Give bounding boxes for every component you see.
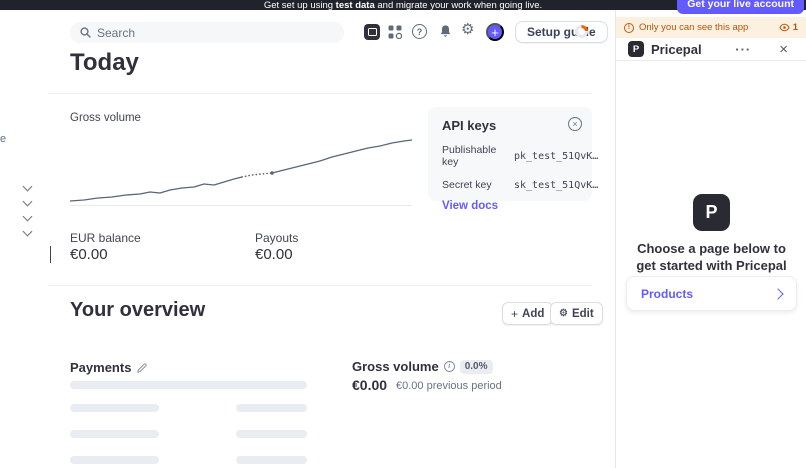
- skeleton-bar: [70, 404, 159, 412]
- api-key-label: Publishable key: [442, 144, 514, 168]
- gross-volume-stat-label: Gross volume: [352, 359, 439, 374]
- gross-volume-previous: €0.00 previous period: [396, 380, 502, 392]
- banner-text-prefix: Get set up using: [264, 0, 336, 11]
- viewer-counter: 1: [779, 22, 798, 33]
- app-side-panel: ! Only you can see this app 1 P Pricepal…: [615, 0, 806, 468]
- gross-volume-chart-label: Gross volume: [70, 112, 141, 124]
- notice-text: Only you can see this app: [639, 22, 774, 33]
- text-caret: [50, 246, 51, 263]
- add-button-label: Add: [522, 308, 544, 320]
- skeleton-bar: [70, 430, 159, 438]
- publishable-key-value[interactable]: pk_test_51QvK…: [514, 151, 598, 162]
- setup-guide-button[interactable]: Setup guide: [515, 21, 608, 43]
- sandbox-box-glyph: [368, 28, 377, 36]
- banner-text-highlight: test data: [336, 0, 375, 11]
- app-page-link-products[interactable]: Products: [626, 276, 797, 311]
- app-visibility-notice: ! Only you can see this app 1: [616, 17, 806, 38]
- sidebar-clipped-label: e: [0, 133, 6, 145]
- alert-icon: !: [624, 23, 634, 33]
- chevron-right-icon: [772, 288, 783, 299]
- api-key-row: Secret key sk_test_51QvK…: [442, 179, 578, 191]
- app-panel-header: P Pricepal ··· ×: [616, 38, 806, 61]
- header-divider: [48, 93, 592, 94]
- delta-badge: 0.0%: [460, 360, 493, 374]
- close-icon[interactable]: ×: [773, 41, 794, 58]
- get-live-account-button[interactable]: Get your live account: [677, 0, 804, 14]
- section-divider: [48, 285, 592, 286]
- bell-glyph: [438, 24, 453, 39]
- bell-icon[interactable]: [438, 24, 453, 44]
- banner-text-suffix: and migrate your work when going live.: [375, 0, 542, 11]
- create-button[interactable]: +: [486, 23, 504, 41]
- chevron-down-icon[interactable]: [23, 212, 33, 222]
- app-panel-headline: Choose a page below to get started with …: [626, 241, 797, 275]
- apps-grid-glyph: [388, 25, 402, 39]
- skeleton-bar: [236, 456, 307, 464]
- more-options-icon[interactable]: ···: [729, 41, 757, 58]
- payouts-value: €0.00: [255, 246, 293, 263]
- api-keys-card: API keys × Publishable key pk_test_51QvK…: [428, 107, 592, 201]
- add-button[interactable]: + Add: [502, 302, 553, 325]
- chevron-down-icon[interactable]: [23, 182, 33, 192]
- setup-progress-ring-hole: [578, 28, 585, 35]
- search-icon: [80, 27, 91, 38]
- gross-volume-chart: [70, 126, 412, 206]
- payments-label: Payments: [70, 360, 131, 375]
- skeleton-bar: [236, 430, 307, 438]
- eye-icon: [779, 23, 790, 32]
- secret-key-value[interactable]: sk_test_51QvK…: [514, 180, 598, 191]
- payments-widget-title: Payments: [70, 360, 147, 375]
- gross-volume-stat-header: Gross volume i 0.0%: [352, 359, 493, 374]
- gear-icon[interactable]: ⚙: [461, 22, 474, 38]
- edit-button[interactable]: ⚙ Edit: [550, 302, 603, 325]
- apps-grid-icon[interactable]: [388, 25, 402, 44]
- help-icon[interactable]: ?: [412, 24, 427, 39]
- skeleton-bar: [70, 381, 307, 389]
- search-input[interactable]: Search: [70, 22, 344, 43]
- dashboard-page: Get set up using test data and migrate y…: [0, 0, 806, 468]
- view-docs-link[interactable]: View docs: [442, 200, 578, 212]
- eur-balance-value: €0.00: [70, 246, 108, 263]
- api-key-row: Publishable key pk_test_51QvK…: [442, 144, 578, 168]
- api-key-label: Secret key: [442, 179, 514, 191]
- sandbox-icon[interactable]: [364, 24, 380, 40]
- payouts-label: Payouts: [255, 231, 298, 245]
- pencil-icon[interactable]: [137, 363, 147, 373]
- plus-icon: +: [511, 307, 518, 321]
- app-logo-large: P: [693, 194, 730, 231]
- skeleton-bar: [70, 456, 159, 464]
- products-link-label: Products: [641, 287, 693, 301]
- close-icon[interactable]: ×: [568, 117, 582, 131]
- app-name: Pricepal: [651, 42, 722, 57]
- gear-icon: ⚙: [559, 309, 568, 319]
- gross-volume-amount: €0.00: [352, 377, 387, 393]
- edit-button-label: Edit: [572, 308, 594, 320]
- overview-title: Your overview: [70, 299, 205, 322]
- eur-balance-label: EUR balance: [70, 231, 141, 245]
- chevron-down-icon[interactable]: [23, 197, 33, 207]
- info-icon[interactable]: i: [444, 361, 455, 372]
- search-placeholder: Search: [97, 26, 135, 40]
- skeleton-bar: [236, 404, 307, 412]
- chevron-down-icon[interactable]: [23, 227, 33, 237]
- api-keys-title: API keys: [442, 118, 578, 133]
- setup-progress-ring: [575, 25, 588, 38]
- page-title: Today: [70, 49, 139, 77]
- app-logo-small: P: [628, 41, 644, 57]
- viewer-count: 1: [793, 22, 798, 33]
